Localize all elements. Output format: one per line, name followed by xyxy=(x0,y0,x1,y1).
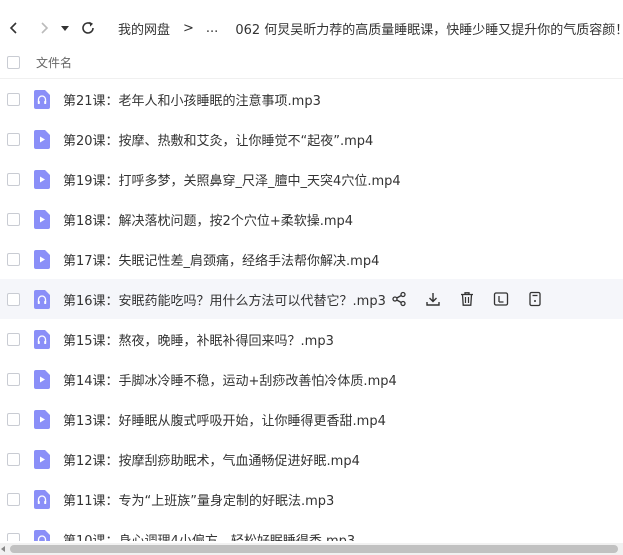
caret-down-icon xyxy=(61,26,69,31)
horizontal-scrollbar[interactable] xyxy=(0,543,623,555)
file-row-checkbox[interactable] xyxy=(7,252,20,266)
video-file-icon xyxy=(34,169,50,189)
more-button[interactable] xyxy=(527,290,561,308)
file-row[interactable]: 第20课：按摩、热敷和艾灸，让你睡觉不“起夜”.mp4 xyxy=(0,119,623,159)
file-name[interactable]: 第15课：熬夜，晚睡，补眠补得回来吗？.mp3 xyxy=(63,330,334,349)
video-file-icon xyxy=(34,129,50,149)
more-icon xyxy=(527,291,543,307)
file-name[interactable]: 第10课：身心调理4小偏方，轻松好眠睡得香.mp3 xyxy=(63,530,355,542)
file-row[interactable]: 第14课：手脚冰冷睡不稳，运动+刮痧改善怕冷体质.mp4 xyxy=(0,359,623,399)
chevron-right-icon xyxy=(41,22,49,34)
table-header: 文件名 xyxy=(0,47,623,79)
rename-icon xyxy=(493,291,509,307)
file-name[interactable]: 第18课：解决落枕问题，按2个穴位+柔软操.mp4 xyxy=(63,210,353,229)
video-file-icon xyxy=(34,409,50,429)
forward-button[interactable] xyxy=(32,16,56,40)
file-row-checkbox[interactable] xyxy=(7,452,20,466)
file-row-checkbox[interactable] xyxy=(7,132,20,146)
file-row-checkbox[interactable] xyxy=(7,332,20,346)
select-all-checkbox[interactable] xyxy=(7,56,20,69)
breadcrumb-root[interactable]: 我的网盘 xyxy=(118,19,170,38)
audio-file-icon xyxy=(34,289,50,309)
delete-button[interactable] xyxy=(459,290,493,308)
file-row-checkbox[interactable] xyxy=(7,532,20,541)
file-row[interactable]: 第10课：身心调理4小偏方，轻松好眠睡得香.mp3 xyxy=(0,519,623,541)
share-icon xyxy=(391,291,407,307)
file-name[interactable]: 第12课：按摩刮痧助眠术，气血通畅促进好眠.mp4 xyxy=(63,450,360,469)
chevron-left-icon xyxy=(9,22,17,34)
file-row[interactable]: 第11课：专为“上班族”量身定制的好眠法.mp3 xyxy=(0,479,623,519)
file-row-checkbox[interactable] xyxy=(7,172,20,186)
file-name[interactable]: 第11课：专为“上班族”量身定制的好眠法.mp3 xyxy=(63,490,334,509)
file-row[interactable]: 第21课：老年人和小孩睡眠的注意事项.mp3 xyxy=(0,79,623,119)
refresh-button[interactable] xyxy=(76,16,100,40)
breadcrumb-separator: > xyxy=(183,20,194,36)
breadcrumb-current: 062 何炅吴昕力荐的高质量睡眠课，快睡少睡又提升你的气质容颜！【完... xyxy=(235,22,623,38)
file-name[interactable]: 第16课：安眠药能吃吗？用什么方法可以代替它？.mp3 xyxy=(63,290,386,309)
video-file-icon xyxy=(34,209,50,229)
file-row[interactable]: 第15课：熬夜，晚睡，补眠补得回来吗？.mp3 xyxy=(0,319,623,359)
back-button[interactable] xyxy=(2,16,26,40)
file-row-checkbox[interactable] xyxy=(7,372,20,386)
file-name[interactable]: 第13课：好睡眠从腹式呼吸开始，让你睡得更香甜.mp4 xyxy=(63,410,386,429)
delete-icon xyxy=(459,291,475,307)
audio-file-icon xyxy=(34,89,50,109)
audio-file-icon xyxy=(34,529,50,541)
breadcrumb-ellipsis[interactable]: ... xyxy=(206,21,218,36)
file-name[interactable]: 第14课：手脚冰冷睡不稳，运动+刮痧改善怕冷体质.mp4 xyxy=(63,370,397,389)
file-row[interactable]: 第16课：安眠药能吃吗？用什么方法可以代替它？.mp3 xyxy=(0,279,623,319)
video-file-icon xyxy=(34,249,50,269)
file-row-checkbox[interactable] xyxy=(7,412,20,426)
file-name[interactable]: 第21课：老年人和小孩睡眠的注意事项.mp3 xyxy=(63,90,321,109)
rename-button[interactable] xyxy=(493,290,527,308)
file-row-checkbox[interactable] xyxy=(7,492,20,506)
file-row[interactable]: 第19课：打呼多梦，关照鼻穿_尺泽_膻中_天突4穴位.mp4 xyxy=(0,159,623,199)
file-row[interactable]: 第17课：失眠记性差_肩颈痛，经络手法帮你解决.mp4 xyxy=(0,239,623,279)
file-list: 第21课：老年人和小孩睡眠的注意事项.mp3 第20课：按摩、热敷和艾灸，让你睡觉… xyxy=(0,79,623,541)
video-file-icon xyxy=(34,369,50,389)
audio-file-icon xyxy=(34,329,50,349)
history-dropdown[interactable] xyxy=(58,16,72,40)
audio-file-icon xyxy=(34,489,50,509)
scrollbar-thumb[interactable] xyxy=(10,545,618,553)
file-row-checkbox[interactable] xyxy=(7,92,20,106)
file-row[interactable]: 第12课：按摩刮痧助眠术，气血通畅促进好眠.mp4 xyxy=(0,439,623,479)
download-button[interactable] xyxy=(425,290,459,308)
file-row[interactable]: 第18课：解决落枕问题，按2个穴位+柔软操.mp4 xyxy=(0,199,623,239)
share-button[interactable] xyxy=(391,290,425,308)
file-row-checkbox[interactable] xyxy=(7,212,20,226)
file-name[interactable]: 第20课：按摩、热敷和艾灸，让你睡觉不“起夜”.mp4 xyxy=(63,130,373,149)
refresh-icon xyxy=(82,21,94,34)
download-icon xyxy=(425,291,441,307)
column-header-filename[interactable]: 文件名 xyxy=(36,54,72,71)
scroll-left-arrow-icon[interactable] xyxy=(0,546,6,552)
file-name[interactable]: 第19课：打呼多梦，关照鼻穿_尺泽_膻中_天突4穴位.mp4 xyxy=(63,170,401,189)
row-actions xyxy=(391,290,561,308)
file-row-checkbox[interactable] xyxy=(7,292,20,306)
file-name[interactable]: 第17课：失眠记性差_肩颈痛，经络手法帮你解决.mp4 xyxy=(63,250,379,269)
video-file-icon xyxy=(34,449,50,469)
file-row[interactable]: 第13课：好睡眠从腹式呼吸开始，让你睡得更香甜.mp4 xyxy=(0,399,623,439)
